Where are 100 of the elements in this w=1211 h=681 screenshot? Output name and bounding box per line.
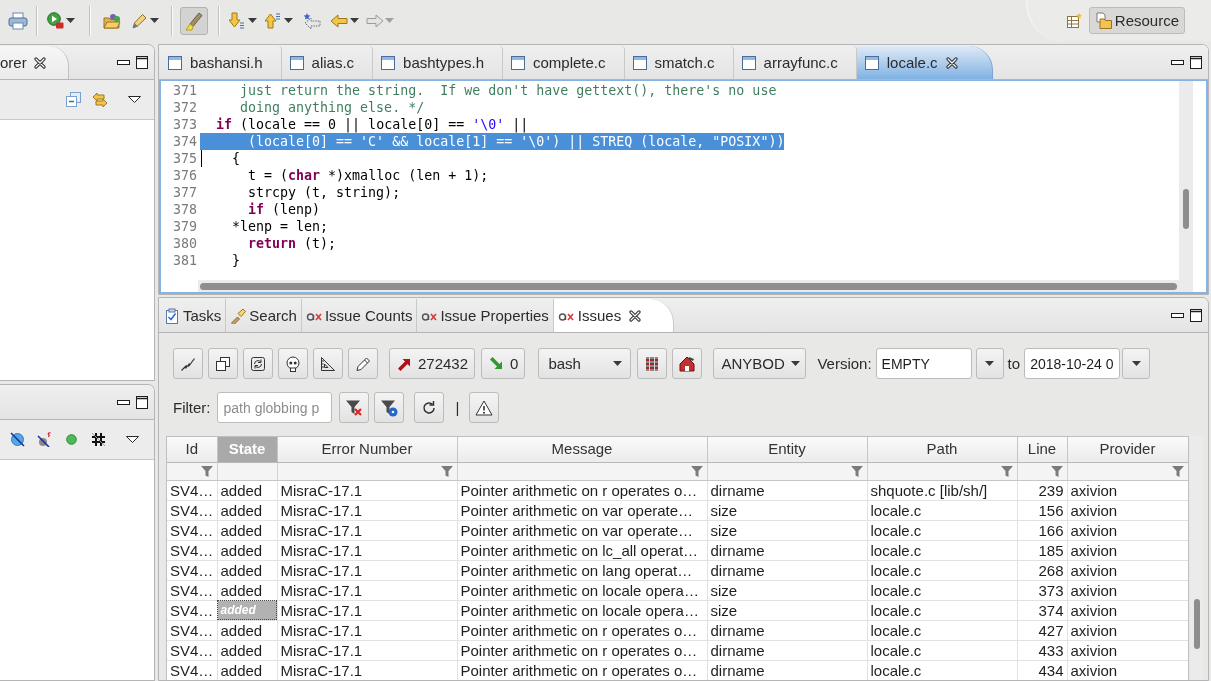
editor-tab[interactable]: complete.c [503, 46, 625, 79]
funnel-dot-button[interactable] [373, 392, 404, 423]
caret-icon[interactable] [66, 18, 75, 23]
editor-tab[interactable]: bashansi.h [160, 46, 282, 79]
minimize-icon[interactable] [117, 399, 130, 405]
filter-icon[interactable] [200, 465, 213, 477]
view-tab[interactable]: Search [226, 299, 302, 332]
editor-tab[interactable]: locale.c [856, 46, 993, 79]
minimize-icon[interactable] [1171, 312, 1184, 318]
filter-field[interactable]: path globbing p [216, 392, 332, 423]
table-cell: SV4… [167, 540, 217, 560]
crossed-circle-icon[interactable] [10, 432, 25, 447]
highlighter-button[interactable] [180, 6, 208, 35]
project-dropdown[interactable]: bash [538, 348, 632, 379]
column-header[interactable]: Message [457, 437, 707, 462]
close-icon[interactable] [629, 309, 642, 322]
column-header[interactable]: Id [167, 437, 217, 462]
column-header[interactable]: Entity [707, 437, 867, 462]
table-cell: Pointer arithmetic on r operates o… [457, 660, 707, 680]
run-icon[interactable] [47, 12, 64, 29]
table-cell: axivion [1067, 500, 1188, 520]
editor-tab[interactable]: arrayfunc.c [733, 46, 857, 79]
scrollbar-thumb[interactable] [1193, 599, 1200, 649]
crossed-hash-icon[interactable] [91, 432, 106, 447]
vertical-scrollbar[interactable] [1179, 81, 1193, 292]
crossed-ball-icon[interactable] [37, 432, 52, 447]
house-button[interactable] [672, 348, 703, 379]
swap-arrows-icon[interactable] [92, 91, 108, 108]
table-cell: dirname [707, 540, 867, 560]
refresh-button[interactable] [413, 392, 444, 423]
perspective-button[interactable]: Resource [1088, 7, 1185, 34]
view-tab[interactable]: Issue Counts [301, 299, 418, 332]
maximize-icon[interactable] [1190, 308, 1202, 322]
printer-icon[interactable] [8, 11, 28, 30]
view-menu-icon[interactable] [126, 436, 139, 443]
close-icon[interactable] [33, 56, 46, 69]
minimize-icon[interactable] [1171, 59, 1184, 65]
table-cell: locale.c [867, 520, 1017, 540]
view-tab[interactable]: Tasks [160, 299, 227, 332]
caret-icon [985, 361, 995, 366]
caret-icon[interactable] [284, 18, 293, 23]
column-header[interactable]: Path [867, 437, 1017, 462]
view-tab[interactable]: orer [0, 46, 69, 79]
table-star-icon[interactable] [1066, 13, 1082, 28]
table-cell: added [217, 480, 277, 500]
down-right-arrow-icon [488, 355, 505, 372]
editor-tab[interactable]: bashtypes.h [373, 46, 503, 79]
caret-icon[interactable] [248, 18, 257, 23]
scrollbar-thumb[interactable] [1183, 189, 1189, 229]
version-from-field[interactable]: EMPTY [875, 348, 972, 379]
collapse-all-icon[interactable] [66, 92, 81, 107]
filter-icon[interactable] [1171, 465, 1184, 477]
star-arrow-icon[interactable] [303, 12, 321, 29]
table-cell: size [707, 500, 867, 520]
editor-tab[interactable]: smatch.c [624, 46, 734, 79]
close-icon[interactable] [945, 56, 958, 69]
copy-button[interactable] [208, 348, 238, 379]
dot-icon[interactable] [66, 434, 77, 445]
table-cell: MisraC-17.1 [277, 580, 457, 600]
caret-icon[interactable] [150, 18, 159, 23]
sync-button[interactable] [243, 348, 273, 379]
zigzag-button[interactable] [173, 348, 203, 379]
filter-icon[interactable] [440, 465, 453, 477]
count-button[interactable]: 272432 [389, 348, 476, 379]
pencil-button[interactable] [348, 348, 378, 379]
vertical-scrollbar[interactable] [1190, 436, 1203, 680]
maximize-icon[interactable] [136, 395, 148, 409]
editor-tab[interactable]: alias.c [281, 46, 374, 79]
filter-icon[interactable] [690, 465, 703, 477]
folder-icon [1094, 12, 1112, 29]
line-number: 372 [171, 99, 197, 116]
minimize-icon[interactable] [117, 59, 130, 65]
caret-icon[interactable] [350, 18, 359, 23]
view-tab[interactable]: Issue Properties [417, 299, 554, 332]
striped-block-button[interactable] [637, 348, 668, 379]
maximize-icon[interactable] [1190, 55, 1202, 69]
maximize-icon[interactable] [136, 55, 148, 69]
user-dropdown[interactable]: ANYBOD [713, 348, 807, 379]
set-square-button[interactable] [313, 348, 343, 379]
marker-icon[interactable] [131, 12, 148, 29]
window-icon [632, 55, 647, 70]
table-cell: 185 [1017, 540, 1067, 560]
warning-button[interactable] [469, 392, 500, 423]
open-folder-icon[interactable] [103, 12, 121, 29]
table-cell: Pointer arithmetic on lc_all operat… [457, 540, 707, 560]
dropdown-button[interactable] [1122, 348, 1151, 379]
count-button[interactable]: 0 [481, 348, 526, 379]
column-header[interactable]: Line [1017, 437, 1067, 462]
filter-icon[interactable] [1000, 465, 1013, 477]
view-menu-icon[interactable] [128, 96, 141, 103]
version-to-field[interactable]: 2018-10-24 0 [1024, 348, 1121, 379]
filter-icon[interactable] [850, 465, 863, 477]
view-tab[interactable]: Issues [553, 299, 675, 332]
skull-button[interactable] [278, 348, 308, 379]
column-header[interactable]: Error Number [277, 437, 457, 462]
table-cell: added [217, 520, 277, 540]
column-header[interactable]: Provider [1067, 437, 1188, 462]
funnel-cross-button[interactable] [338, 392, 369, 423]
filter-icon[interactable] [1050, 465, 1063, 477]
dropdown-button[interactable] [975, 348, 1004, 379]
